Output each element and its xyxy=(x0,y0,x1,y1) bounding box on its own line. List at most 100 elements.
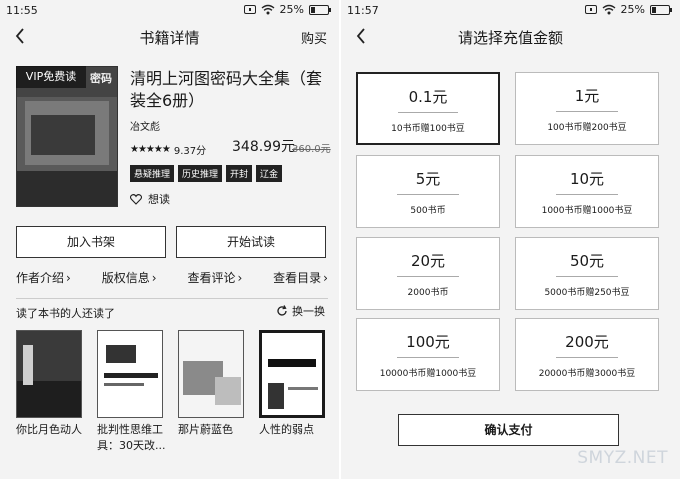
status-time: 11:57 xyxy=(347,4,379,17)
sim-icon xyxy=(584,5,597,14)
book-title: 清明上河图密码大全集（套装全6册） xyxy=(130,69,323,110)
tag[interactable]: 开封 xyxy=(226,165,253,182)
amount-option[interactable]: 0.1元 10书币赠100书豆 xyxy=(356,72,500,145)
info-nav: 作者介绍 › 版权信息 › 查看评论 › 查看目录 › xyxy=(16,269,328,286)
section-title: 读了本书的人还读了 xyxy=(16,307,115,320)
header: 请选择充值金额 xyxy=(341,22,680,52)
cover-art xyxy=(31,115,95,155)
status-bar: 11:57 25% xyxy=(341,0,680,22)
status-icons: 25% xyxy=(584,3,672,16)
recommended-book-title[interactable]: 人性的弱点 xyxy=(259,422,331,438)
refresh-button[interactable]: 换一换 xyxy=(276,303,325,319)
header: 书籍详情 购买 xyxy=(0,22,339,52)
nav-toc[interactable]: 查看目录 › xyxy=(273,269,328,286)
add-to-shelf-button[interactable]: 加入书架 xyxy=(16,226,166,258)
nav-label: 版权信息 xyxy=(101,271,150,285)
recommended-book-cover[interactable] xyxy=(16,330,82,418)
divider xyxy=(556,357,618,358)
recommended-book-title[interactable]: 那片蔚蓝色 xyxy=(178,422,250,438)
battery-icon xyxy=(309,4,331,15)
divider xyxy=(397,276,459,277)
vip-badge: VIP免费读 xyxy=(16,66,86,88)
chevron-right-icon: › xyxy=(237,270,243,285)
book-detail-screen: 11:55 25% 书籍详情 购买 VIP免费读 密码 清明上河图密码大全集（套… xyxy=(0,0,339,479)
book-author[interactable]: 冶文彪 xyxy=(130,118,160,133)
recommended-book-cover[interactable] xyxy=(259,330,325,418)
amount-description: 500书币 xyxy=(410,206,446,216)
tag[interactable]: 悬疑推理 xyxy=(130,165,175,182)
chevron-right-icon: › xyxy=(151,270,157,285)
page-title: 书籍详情 xyxy=(139,29,200,47)
book-rating: ★★★★★ 9.37分 xyxy=(130,142,206,157)
amount-value: 5元 xyxy=(415,170,441,188)
nav-label: 查看目录 xyxy=(273,271,322,285)
amount-option[interactable]: 5元 500书币 xyxy=(356,155,500,228)
amount-description: 10书币赠100书豆 xyxy=(391,124,465,134)
divider xyxy=(556,194,618,195)
confirm-payment-button[interactable]: 确认支付 xyxy=(398,414,619,446)
amount-value: 20元 xyxy=(410,252,446,270)
nav-reviews[interactable]: 查看评论 › xyxy=(187,269,242,286)
sim-icon xyxy=(243,5,256,14)
amount-value: 50元 xyxy=(569,252,605,270)
battery-icon xyxy=(650,4,672,15)
cover-art xyxy=(106,345,136,363)
nav-label: 查看评论 xyxy=(187,271,236,285)
cover-art xyxy=(17,381,81,417)
amount-option[interactable]: 100元 10000书币赠1000书豆 xyxy=(356,318,500,391)
amount-description: 20000书币赠3000书豆 xyxy=(538,369,636,379)
status-icons: 25% xyxy=(243,3,331,16)
status-bar: 11:55 25% xyxy=(0,0,339,22)
battery-percent: 25% xyxy=(620,3,645,16)
cover-art xyxy=(268,359,316,367)
amount-value: 1元 xyxy=(574,87,600,105)
amount-value: 200元 xyxy=(565,333,609,351)
amount-option[interactable]: 20元 2000书币 xyxy=(356,237,500,310)
tag[interactable]: 辽金 xyxy=(256,165,283,182)
amount-description: 5000书币赠250书豆 xyxy=(544,288,630,298)
recommended-book-cover[interactable] xyxy=(178,330,244,418)
recommended-book-title[interactable]: 你比月色动人 xyxy=(16,422,88,438)
buy-button[interactable]: 购买 xyxy=(301,28,327,47)
recommended-book-title[interactable]: 批判性思维工具：30天改... xyxy=(97,422,169,454)
amount-value: 100元 xyxy=(406,333,450,351)
want-to-read-button[interactable]: 想读 xyxy=(130,191,170,207)
divider xyxy=(16,298,328,299)
amount-value: 0.1元 xyxy=(408,88,448,106)
amount-option[interactable]: 10元 1000书币赠1000书豆 xyxy=(515,155,659,228)
amount-option[interactable]: 200元 20000书币赠3000书豆 xyxy=(515,318,659,391)
amount-description: 100书币赠200书豆 xyxy=(547,123,627,133)
cover-art xyxy=(104,373,158,378)
amount-option[interactable]: 50元 5000书币赠250书豆 xyxy=(515,237,659,310)
wifi-icon xyxy=(602,4,615,15)
chevron-right-icon: › xyxy=(323,270,328,285)
divider xyxy=(556,276,618,277)
battery-percent: 25% xyxy=(279,3,304,16)
cover-art xyxy=(23,345,33,385)
battery-level xyxy=(652,6,656,13)
recommended-book-cover[interactable] xyxy=(97,330,163,418)
want-label: 想读 xyxy=(148,193,170,206)
amount-value: 10元 xyxy=(569,170,605,188)
cover-art xyxy=(17,171,117,206)
nav-label: 作者介绍 xyxy=(16,271,65,285)
chevron-right-icon: › xyxy=(66,270,71,285)
refresh-icon xyxy=(277,305,287,316)
tag[interactable]: 历史推理 xyxy=(178,165,223,182)
page-title: 请选择充值金额 xyxy=(457,29,563,47)
heart-icon xyxy=(130,193,142,205)
start-trial-button[interactable]: 开始试读 xyxy=(176,226,326,258)
battery-level xyxy=(311,6,315,13)
nav-copyright[interactable]: 版权信息 › xyxy=(102,269,157,286)
amount-description: 2000书币 xyxy=(407,288,449,298)
amount-option[interactable]: 1元 100书币赠200书豆 xyxy=(515,72,659,145)
star-rating-icon: ★★★★★ xyxy=(130,144,171,155)
nav-author-intro[interactable]: 作者介绍 › xyxy=(16,269,71,286)
amount-description: 1000书币赠1000书豆 xyxy=(541,206,633,216)
book-tags: 悬疑推理 历史推理 开封 辽金 xyxy=(130,165,283,182)
watermark: SMYZ.NET xyxy=(577,448,668,468)
wifi-icon xyxy=(261,4,274,15)
divider xyxy=(397,357,459,358)
divider xyxy=(397,194,459,195)
cover-art xyxy=(104,383,144,386)
